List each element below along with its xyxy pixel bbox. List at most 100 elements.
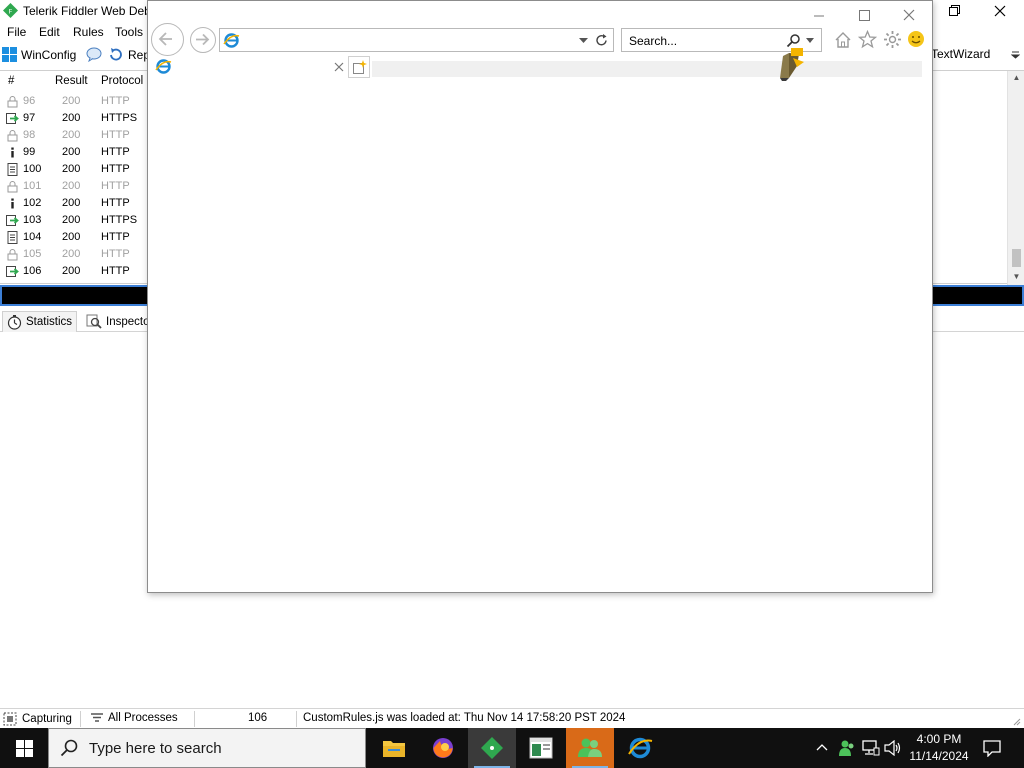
tab-statistics-label: Statistics	[26, 316, 73, 328]
taskbar-file-explorer[interactable]	[370, 728, 418, 768]
scroll-thumb[interactable]	[1012, 249, 1021, 267]
ie-minimize-button[interactable]	[804, 5, 834, 27]
home-icon[interactable]	[834, 31, 852, 49]
network-icon[interactable]	[862, 740, 880, 756]
magnifier-icon	[86, 314, 102, 329]
restore-button[interactable]	[931, 0, 977, 22]
firefox-icon	[433, 738, 453, 758]
resize-grip-icon[interactable]	[1012, 717, 1021, 726]
ie-maximize-button[interactable]	[849, 5, 879, 27]
windows-logo-icon	[2, 47, 17, 62]
address-dropdown-icon[interactable]	[579, 38, 588, 44]
ie-page-icon	[223, 33, 240, 48]
col-number-header[interactable]: #	[8, 75, 14, 87]
menu-tools[interactable]: Tools	[115, 25, 143, 39]
volume-icon[interactable]	[884, 740, 902, 756]
process-filter[interactable]: All Processes	[90, 712, 178, 724]
menu-edit[interactable]: Edit	[39, 25, 60, 39]
refresh-icon[interactable]	[595, 34, 608, 47]
scroll-up-arrow[interactable]: ▲	[1008, 71, 1024, 85]
users-icon	[578, 738, 602, 757]
ie-tab-strip	[372, 61, 922, 77]
search-icon[interactable]	[786, 33, 801, 48]
start-button[interactable]	[0, 728, 48, 768]
forward-arrow-icon	[6, 214, 19, 227]
system-clock[interactable]: 4:00 PM 11/14/2024	[902, 731, 976, 765]
taskbar-internet-explorer[interactable]	[616, 728, 664, 768]
menu-file[interactable]: File	[7, 25, 26, 39]
fiddler-app-icon: F	[3, 3, 18, 18]
session-count: 106	[248, 712, 267, 724]
close-icon	[994, 5, 1006, 17]
winconfig-button[interactable]: WinConfig	[2, 47, 76, 62]
session-protocol: HTTP	[101, 129, 130, 141]
minimize-icon	[813, 15, 824, 17]
col-protocol-header[interactable]: Protocol	[101, 75, 143, 87]
forward-arrow-icon	[196, 33, 210, 46]
session-protocol: HTTP	[101, 146, 130, 158]
col-result-header[interactable]: Result	[55, 75, 88, 87]
session-result: 200	[62, 180, 81, 192]
session-count-value: 106	[248, 712, 268, 724]
taskbar-users-app[interactable]	[566, 728, 614, 768]
search-dropdown-icon[interactable]	[806, 38, 814, 43]
session-result: 200	[62, 129, 81, 141]
info-icon	[6, 197, 19, 210]
session-protocol: HTTPS	[101, 214, 138, 226]
forward-arrow-icon	[6, 265, 19, 278]
session-protocol: HTTP	[101, 231, 130, 243]
status-message: CustomRules.js was loaded at: Thu Nov 14…	[303, 712, 625, 724]
settings-gear-icon[interactable]	[883, 30, 902, 49]
tab-close-icon[interactable]	[334, 62, 344, 72]
info-icon	[6, 146, 19, 159]
scroll-down-arrow[interactable]: ▼	[1008, 270, 1024, 284]
session-number: 100	[23, 163, 42, 175]
lock-icon	[6, 180, 19, 193]
new-tab-icon	[353, 60, 367, 74]
document-icon	[6, 163, 19, 176]
close-button[interactable]	[977, 0, 1023, 22]
tray-users-icon[interactable]	[838, 739, 856, 757]
internet-explorer-icon	[628, 737, 653, 759]
session-result: 200	[62, 112, 81, 124]
menu-rules[interactable]: Rules	[73, 25, 104, 39]
session-scrollbar[interactable]: ▲ ▼	[1007, 71, 1024, 285]
session-number: 98	[23, 129, 36, 141]
comment-button[interactable]	[86, 47, 106, 62]
taskbar-fiddler[interactable]	[468, 728, 516, 768]
show-hidden-icons-chevron[interactable]	[816, 743, 828, 751]
ie-close-button[interactable]	[894, 5, 924, 27]
forward-button[interactable]	[190, 27, 216, 53]
session-protocol: HTTP	[101, 248, 130, 260]
session-protocol: HTTP	[101, 95, 130, 107]
search-icon	[60, 739, 78, 757]
capturing-indicator[interactable]: Capturing	[3, 712, 72, 726]
session-number: 96	[23, 95, 36, 107]
favorites-star-icon[interactable]	[858, 30, 877, 49]
taskbar: Type here to search 4:00 PM 11/14/2024	[0, 728, 1024, 768]
notifications-icon[interactable]	[983, 740, 1001, 757]
replay-button[interactable]: Rep	[109, 47, 150, 62]
tab-inspectors[interactable]: Inspecto	[82, 311, 153, 332]
taskbar-firefox[interactable]	[419, 728, 467, 768]
toolbar-overflow-button[interactable]	[1011, 50, 1024, 59]
tab-statistics[interactable]: Statistics	[2, 311, 78, 332]
taskbar-window-app[interactable]	[517, 728, 565, 768]
clock-date: 11/14/2024	[909, 749, 969, 763]
session-result: 200	[62, 95, 81, 107]
capture-icon	[3, 712, 17, 726]
session-result: 200	[62, 248, 81, 260]
ie-tab-row	[148, 48, 923, 81]
address-bar[interactable]	[219, 28, 614, 52]
folder-icon	[383, 741, 405, 757]
session-number: 103	[23, 214, 42, 226]
textwizard-button[interactable]: TextWizard	[931, 47, 990, 61]
search-placeholder: Search...	[629, 34, 678, 48]
feedback-smiley-icon[interactable]	[907, 30, 925, 48]
status-bar: Capturing All Processes 106 CustomRules.…	[0, 708, 1024, 728]
taskbar-search-box[interactable]: Type here to search	[48, 728, 366, 768]
new-tab-button[interactable]	[348, 56, 370, 78]
session-result: 200	[62, 231, 81, 243]
ie-tab[interactable]	[150, 56, 346, 78]
back-button[interactable]	[151, 23, 184, 56]
